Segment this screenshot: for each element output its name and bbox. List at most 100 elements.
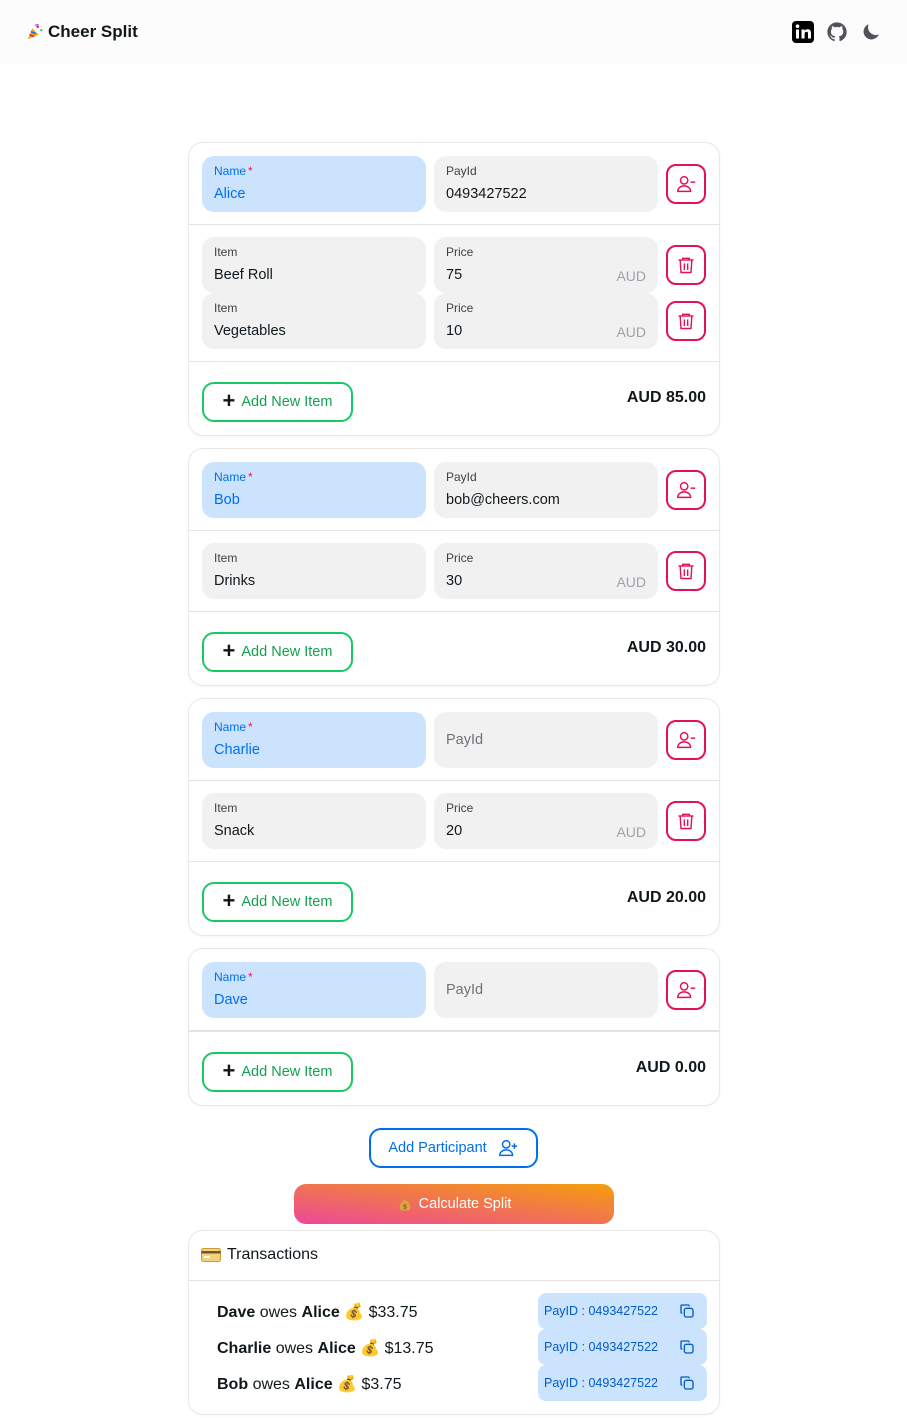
required-mark: * <box>248 470 253 484</box>
copy-payid-chip[interactable]: PayID : 0493427522 <box>538 1293 707 1329</box>
add-new-item-button[interactable]: + Add New Item <box>202 882 353 922</box>
item-field[interactable]: Item Snack <box>202 793 426 849</box>
user-minus-icon <box>677 481 696 499</box>
currency-suffix: AUD <box>616 574 646 590</box>
item-label: Item <box>214 801 238 815</box>
item-value: Vegetables <box>214 323 286 339</box>
transaction-row: Dave owes Alice 💰 $33.75 PayID : 0493427… <box>217 1293 707 1329</box>
payid-field[interactable]: PayId 0493427522 <box>434 156 658 212</box>
price-label: Price <box>446 801 474 815</box>
money-bag-icon: 💰 <box>344 1304 365 1321</box>
owes-word: owes <box>252 1376 290 1393</box>
name-value: Charlie <box>214 742 260 758</box>
add-participant-button[interactable]: Add Participant <box>369 1128 538 1168</box>
copy-icon[interactable] <box>679 1303 695 1319</box>
debtor-name: Charlie <box>217 1340 272 1357</box>
delete-item-button[interactable] <box>666 801 706 841</box>
currency-suffix: AUD <box>616 824 646 840</box>
add-item-label: Add New Item <box>241 644 333 660</box>
transaction-row: Charlie owes Alice 💰 $13.75 PayID : 0493… <box>217 1329 707 1365</box>
price-field[interactable]: Price 75 AUD <box>434 237 658 293</box>
item-field[interactable]: Item Vegetables <box>202 293 426 349</box>
copy-icon[interactable] <box>679 1339 695 1355</box>
brand[interactable]: Cheer Split <box>26 22 138 42</box>
creditor-name: Alice <box>317 1340 356 1357</box>
name-field[interactable]: Name * Dave <box>202 962 426 1018</box>
plus-icon: + <box>222 1058 236 1083</box>
payid-field[interactable]: PayId <box>434 962 658 1018</box>
participant-total: AUD 0.00 <box>635 1059 706 1076</box>
payid-field[interactable]: PayId <box>434 712 658 768</box>
transaction-amount: $33.75 <box>368 1304 418 1321</box>
owes-word: owes <box>275 1340 314 1357</box>
price-field[interactable]: Price 30 AUD <box>434 543 658 599</box>
divider <box>189 780 719 781</box>
user-minus-icon <box>677 175 696 193</box>
add-new-item-button[interactable]: + Add New Item <box>202 632 353 672</box>
user-minus-icon <box>677 981 696 999</box>
moon-icon[interactable] <box>859 20 883 44</box>
payid-chip-text: PayID : 0493427522 <box>544 1376 658 1390</box>
user-minus-icon <box>677 731 696 749</box>
app-title: Cheer Split <box>48 22 138 41</box>
name-value: Dave <box>214 992 248 1008</box>
nav-icons <box>791 20 883 44</box>
payid-field[interactable]: PayId bob@cheers.com <box>434 462 658 518</box>
transaction-amount: $3.75 <box>361 1376 402 1393</box>
add-new-item-button[interactable]: + Add New Item <box>202 382 353 422</box>
item-label: Item <box>214 551 238 565</box>
copy-icon[interactable] <box>679 1375 695 1391</box>
transactions-title: Transactions <box>227 1246 318 1263</box>
copy-payid-chip[interactable]: PayID : 0493427522 <box>538 1365 707 1401</box>
party-popper-icon <box>27 23 43 40</box>
required-mark: * <box>248 720 253 734</box>
item-field[interactable]: Item Drinks <box>202 543 426 599</box>
payid-value: bob@cheers.com <box>446 492 560 508</box>
remove-participant-button[interactable] <box>666 720 706 760</box>
calculate-split-button[interactable]: $ Calculate Split <box>294 1184 614 1224</box>
github-icon[interactable] <box>825 20 849 44</box>
payid-label: PayId <box>446 164 477 178</box>
calculate-label: Calculate Split <box>418 1196 512 1212</box>
item-value: Beef Roll <box>214 267 273 283</box>
payid-chip-text: PayID : 0493427522 <box>544 1340 658 1354</box>
add-item-label: Add New Item <box>241 1064 333 1080</box>
delete-item-button[interactable] <box>666 245 706 285</box>
name-value: Bob <box>214 492 240 508</box>
credit-card-icon <box>201 1248 221 1262</box>
price-label: Price <box>446 245 474 259</box>
name-field[interactable]: Name * Bob <box>202 462 426 518</box>
owes-word: owes <box>259 1304 298 1321</box>
trash-icon <box>678 563 694 580</box>
remove-participant-button[interactable] <box>666 164 706 204</box>
payid-placeholder: PayId <box>446 732 484 748</box>
add-new-item-button[interactable]: + Add New Item <box>202 1052 353 1092</box>
add-participant-label: Add Participant <box>388 1140 487 1156</box>
participant-card-bob: Name * Bob PayId bob@cheers.com Item Drin… <box>189 449 719 685</box>
navbar: Cheer Split <box>0 0 907 64</box>
remove-participant-button[interactable] <box>666 970 706 1010</box>
price-field[interactable]: Price 10 AUD <box>434 293 658 349</box>
payid-placeholder: PayId <box>446 982 484 998</box>
add-item-label: Add New Item <box>241 394 333 410</box>
price-field[interactable]: Price 20 AUD <box>434 793 658 849</box>
linkedin-icon[interactable] <box>791 20 815 44</box>
trash-icon <box>678 257 694 274</box>
delete-item-button[interactable] <box>666 301 706 341</box>
item-field[interactable]: Item Beef Roll <box>202 237 426 293</box>
price-label: Price <box>446 301 474 315</box>
delete-item-button[interactable] <box>666 551 706 591</box>
payid-value: 0493427522 <box>446 186 527 202</box>
currency-suffix: AUD <box>616 268 646 284</box>
divider <box>189 861 719 862</box>
divider <box>189 611 719 612</box>
name-field[interactable]: Name * Alice <box>202 156 426 212</box>
name-field[interactable]: Name * Charlie <box>202 712 426 768</box>
remove-participant-button[interactable] <box>666 470 706 510</box>
transactions-header: Transactions <box>201 1246 318 1264</box>
participant-card-alice: Name * Alice PayId 0493427522 Item Beef R… <box>189 143 719 435</box>
item-value: Drinks <box>214 573 256 589</box>
creditor-name: Alice <box>301 1304 340 1321</box>
transactions-card: Transactions Dave owes Alice 💰 $33.75 Pa… <box>189 1231 719 1414</box>
copy-payid-chip[interactable]: PayID : 0493427522 <box>538 1329 707 1365</box>
